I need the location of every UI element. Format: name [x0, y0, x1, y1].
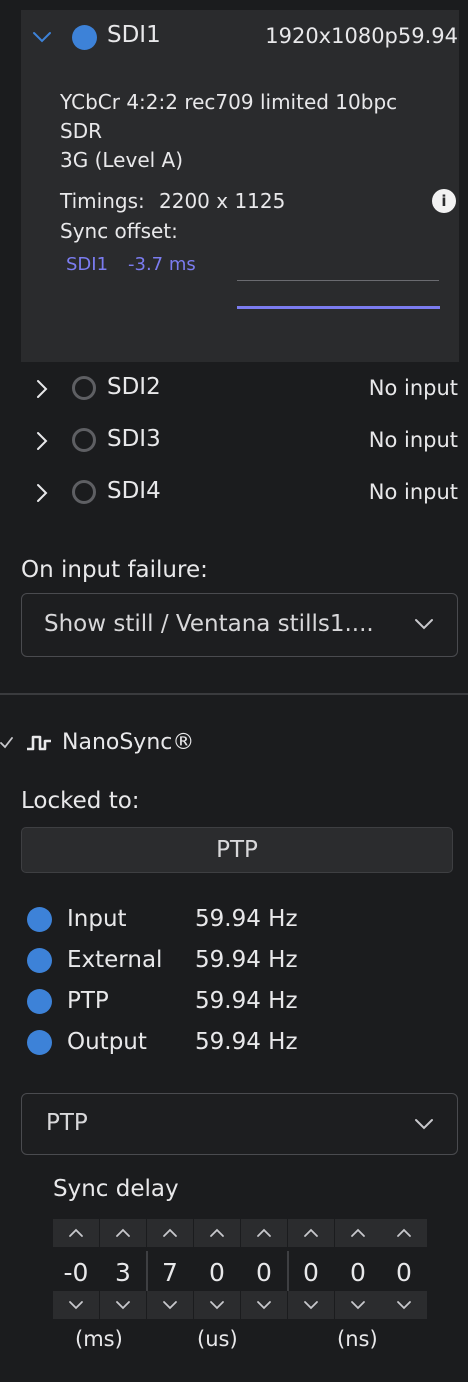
- locked-to-ptp-button[interactable]: PTP: [21, 827, 453, 873]
- chevron-up-icon: [163, 1228, 177, 1237]
- delay-digit[interactable]: 0: [194, 1251, 240, 1293]
- chevron-up-icon: [210, 1228, 224, 1237]
- chevron-up-icon: [257, 1228, 271, 1237]
- chevron-up-icon: [69, 1228, 83, 1237]
- sync-source-select[interactable]: PTP: [21, 1093, 458, 1155]
- sdi1-colorspace: YCbCr 4:2:2 rec709 limited 10bpc: [60, 90, 398, 114]
- digit-down-button[interactable]: [241, 1291, 287, 1319]
- sdi2-status-ring: [72, 376, 96, 400]
- section-divider: [0, 693, 468, 695]
- sdi1-panel: [21, 10, 459, 362]
- digit-up-button[interactable]: [53, 1219, 99, 1247]
- locked-to-value: PTP: [216, 837, 258, 863]
- chevron-down-icon: [304, 1301, 318, 1310]
- info-icon[interactable]: i: [432, 189, 456, 213]
- delay-digit[interactable]: 0: [335, 1251, 381, 1293]
- ptp-rate-dot: [27, 989, 52, 1014]
- chevron-up-icon: [304, 1228, 318, 1237]
- rate-value-ptp: 59.94 Hz: [195, 988, 298, 1014]
- delay-digit[interactable]: 7: [147, 1251, 193, 1293]
- input-rate-dot: [27, 907, 52, 932]
- timings-label: Timings:: [60, 189, 145, 213]
- delay-digit[interactable]: 3: [100, 1251, 146, 1293]
- sync-delay-stepper: -0 3 7 0 0 0 0 0: [53, 1219, 427, 1319]
- digit-up-button[interactable]: [288, 1219, 334, 1247]
- unit-us: (us): [197, 1327, 238, 1351]
- digit-down-button[interactable]: [335, 1291, 381, 1319]
- digit-down-button[interactable]: [147, 1291, 193, 1319]
- sync-delay-label: Sync delay: [53, 1176, 179, 1202]
- sdi4-status: No input: [368, 480, 458, 504]
- locked-to-label: Locked to:: [21, 788, 140, 814]
- delay-digit[interactable]: -0: [53, 1251, 99, 1293]
- chevron-down-icon: [210, 1301, 224, 1310]
- sdi4-name[interactable]: SDI4: [107, 478, 161, 504]
- offset-value: -3.7 ms: [128, 254, 196, 275]
- digit-up-button[interactable]: [241, 1219, 287, 1247]
- nanosync-title: NanoSync®: [62, 730, 195, 755]
- chevron-up-icon: [351, 1228, 365, 1237]
- digit-down-button[interactable]: [381, 1291, 427, 1319]
- chevron-right-icon[interactable]: [34, 378, 50, 400]
- digit-down-button[interactable]: [100, 1291, 146, 1319]
- chevron-down-icon: [413, 1116, 435, 1136]
- unit-ms: (ms): [75, 1327, 123, 1351]
- checkmark-icon[interactable]: [0, 735, 14, 755]
- sdi3-status: No input: [368, 428, 458, 452]
- sdi3-status-ring: [72, 428, 96, 452]
- offset-graph-bar: [237, 306, 440, 309]
- delay-digit[interactable]: 0: [241, 1251, 287, 1293]
- offset-graph-line: [237, 280, 439, 281]
- chevron-down-icon: [257, 1301, 271, 1310]
- rate-label-output: Output: [67, 1029, 147, 1055]
- chevron-down-icon[interactable]: [31, 27, 53, 47]
- sync-offset-label: Sync offset:: [60, 219, 178, 243]
- chevron-up-icon: [116, 1228, 130, 1237]
- rate-value-input: 59.94 Hz: [195, 906, 298, 932]
- input-failure-value: Show still / Ventana stills1....: [44, 611, 374, 637]
- sdi1-range: SDR: [60, 119, 102, 143]
- chevron-down-icon: [397, 1301, 411, 1310]
- rate-value-output: 59.94 Hz: [195, 1029, 298, 1055]
- sdi1-link: 3G (Level A): [60, 148, 184, 172]
- digit-down-button[interactable]: [53, 1291, 99, 1319]
- chevron-down-icon: [116, 1301, 130, 1310]
- unit-ns: (ns): [337, 1327, 378, 1351]
- chevron-right-icon[interactable]: [34, 430, 50, 452]
- timings-value: 2200 x 1125: [159, 189, 286, 213]
- sdi2-status: No input: [368, 376, 458, 400]
- sync-source-value: PTP: [46, 1110, 88, 1136]
- input-failure-select[interactable]: Show still / Ventana stills1....: [21, 593, 458, 657]
- digit-up-button[interactable]: [147, 1219, 193, 1247]
- output-rate-dot: [27, 1030, 52, 1055]
- digit-up-button[interactable]: [381, 1219, 427, 1247]
- rate-value-external: 59.94 Hz: [195, 947, 298, 973]
- digit-down-button[interactable]: [194, 1291, 240, 1319]
- sdi1-status-dot: [72, 25, 97, 50]
- digit-up-button[interactable]: [100, 1219, 146, 1247]
- offset-source: SDI1: [66, 254, 109, 275]
- digit-up-button[interactable]: [194, 1219, 240, 1247]
- sdi3-name[interactable]: SDI3: [107, 426, 161, 452]
- rate-label-ptp: PTP: [67, 988, 109, 1014]
- delay-digit[interactable]: 0: [381, 1251, 427, 1293]
- chevron-down-icon: [163, 1301, 177, 1310]
- sdi2-name[interactable]: SDI2: [107, 374, 161, 400]
- sdi1-name[interactable]: SDI1: [107, 22, 161, 48]
- chevron-down-icon: [351, 1301, 365, 1310]
- external-rate-dot: [27, 948, 52, 973]
- rate-label-external: External: [67, 947, 163, 973]
- chevron-down-icon: [413, 616, 435, 636]
- chevron-right-icon[interactable]: [34, 482, 50, 504]
- sdi1-format: 1920x1080p59.94: [265, 24, 458, 48]
- sdi4-status-ring: [72, 480, 96, 504]
- digit-up-button[interactable]: [335, 1219, 381, 1247]
- digit-down-button[interactable]: [288, 1291, 334, 1319]
- sync-pulse-icon: [26, 731, 52, 761]
- chevron-up-icon: [397, 1228, 411, 1237]
- chevron-down-icon: [69, 1301, 83, 1310]
- delay-digit[interactable]: 0: [288, 1251, 334, 1293]
- input-failure-label: On input failure:: [21, 557, 208, 583]
- rate-label-input: Input: [67, 906, 127, 932]
